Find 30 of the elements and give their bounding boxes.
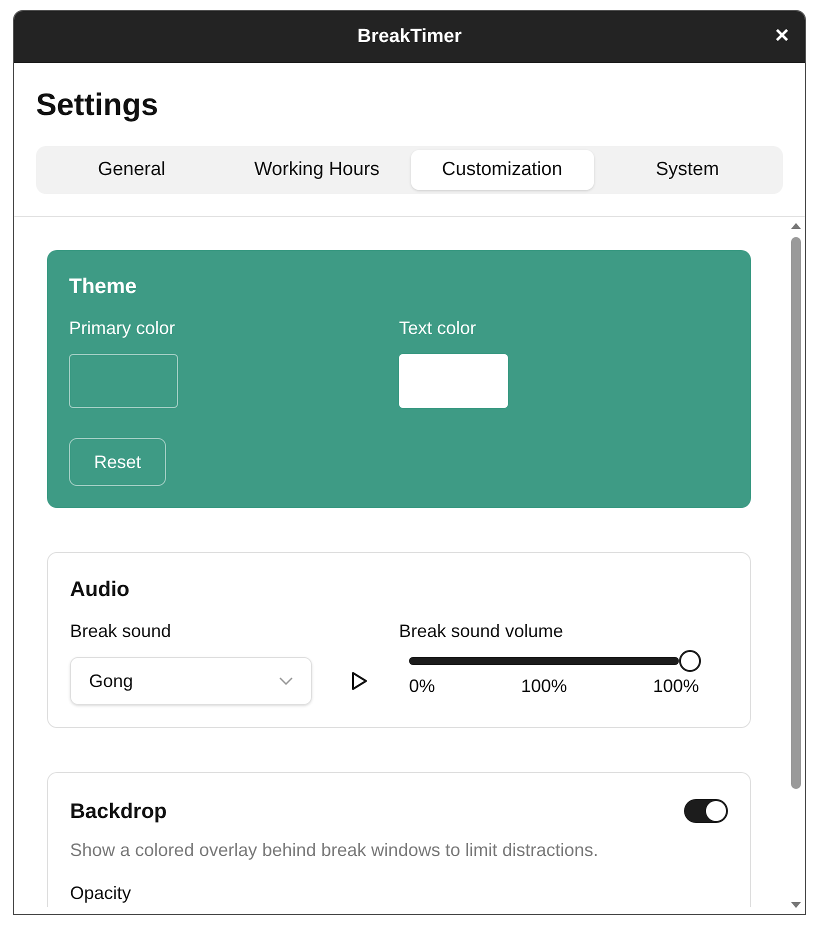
page-heading: Settings [36, 89, 160, 120]
field-label: Opacity [70, 882, 132, 904]
play-button[interactable] [349, 670, 369, 692]
section-title: Theme [69, 276, 138, 297]
window-title: BreakTimer [357, 24, 462, 49]
sound-dropdown[interactable]: Gong [70, 657, 312, 705]
scroll-down-icon[interactable] [791, 902, 801, 908]
tab[interactable]: System [596, 150, 779, 190]
tab[interactable]: Customization [410, 150, 594, 190]
chevron-down-icon [279, 677, 293, 685]
color-swatch[interactable] [399, 354, 508, 408]
field-label: Text color [399, 317, 478, 340]
color-swatch[interactable] [69, 354, 178, 408]
backdrop-toggle[interactable] [684, 799, 728, 823]
field-label: Break sound volume [399, 620, 564, 643]
close-button[interactable]: × [774, 24, 789, 48]
play-icon [350, 671, 368, 691]
max-label: 100% [652, 675, 699, 698]
field-label: Break sound [70, 620, 172, 643]
section-title: Backdrop [70, 800, 167, 822]
scrollbar-thumb[interactable] [791, 237, 801, 789]
volume-reading: 100% [520, 675, 567, 698]
tab[interactable]: Working Hours [225, 150, 408, 190]
slider-thumb[interactable] [679, 650, 701, 672]
min-label: 0% [409, 675, 436, 698]
section-title: Audio [70, 579, 130, 600]
field-label: Primary color [69, 317, 176, 340]
tab[interactable]: General [40, 150, 224, 190]
scroll-up-icon[interactable] [791, 223, 801, 229]
description: Show a colored overlay behind break windows to limit distractions. [70, 839, 600, 862]
